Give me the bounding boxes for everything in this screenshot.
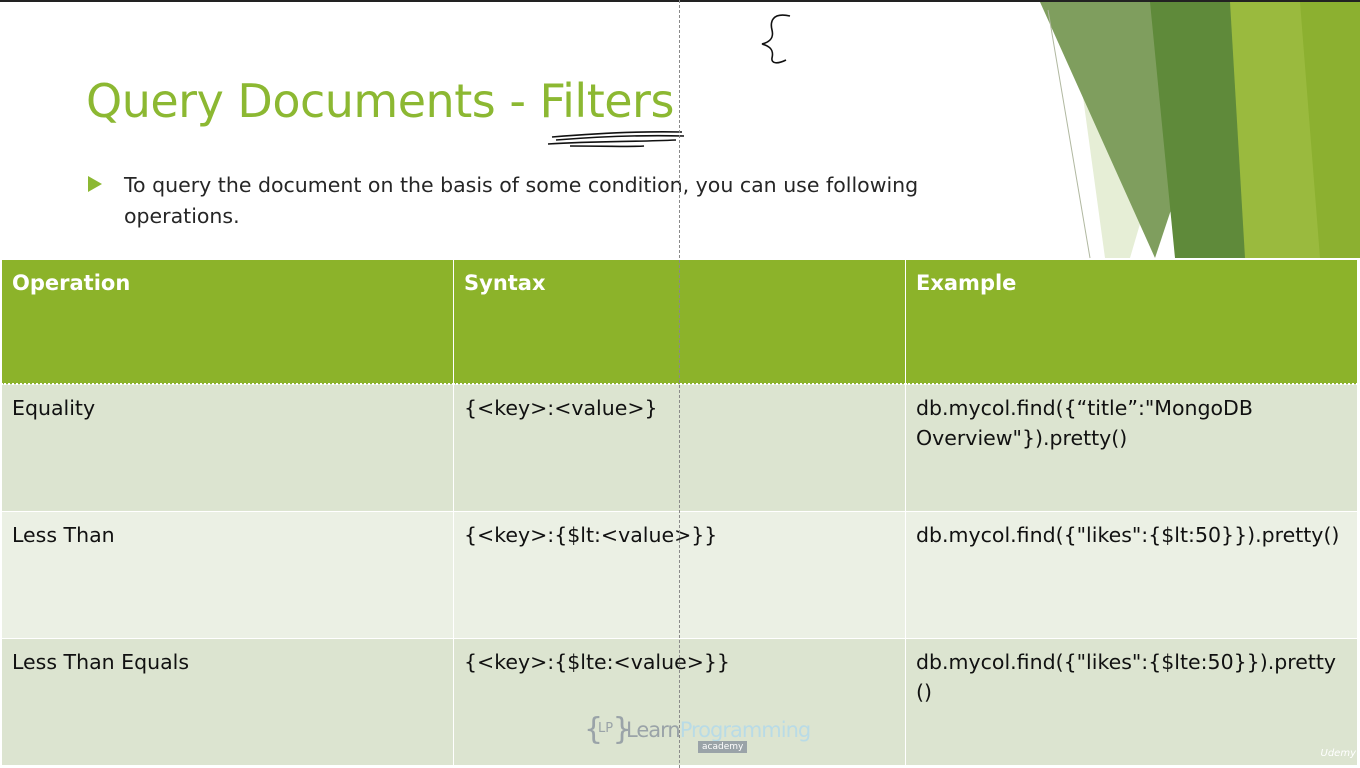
curly-brace-icon — [761, 14, 791, 64]
triangle-right-icon — [88, 176, 102, 192]
underline-scribble — [547, 130, 685, 148]
learnprogramming-watermark: { } LP LearnProgramming academy — [584, 712, 811, 756]
cell-operation: Less Than Equals — [1, 638, 454, 766]
cell-example: db.mycol.find({"likes":{$lte:50}}).prett… — [905, 638, 1358, 766]
slide: Query Documents - Filters To query the d… — [0, 0, 1360, 768]
cell-example: db.mycol.find({“title”:"MongoDB Overview… — [905, 383, 1358, 512]
cell-operation: Equality — [1, 383, 454, 512]
cell-example: db.mycol.find({"likes":{$lt:50}}).pretty… — [905, 511, 1358, 639]
watermark-learn: Learn — [626, 718, 681, 742]
watermark-programming: Programming — [679, 718, 812, 742]
bullet-text: To query the document on the basis of so… — [124, 173, 919, 228]
watermark-wordmark: LearnProgramming — [626, 718, 812, 742]
watermark-academy: academy — [698, 741, 748, 753]
slide-title: Query Documents - Filters — [86, 74, 674, 128]
watermark-initials: LP — [598, 721, 614, 736]
cell-operation: Less Than — [1, 511, 454, 639]
header-example: Example — [905, 259, 1358, 385]
dashed-guide-line — [679, 0, 680, 768]
udemy-watermark: Udemy — [1320, 748, 1356, 759]
header-operation: Operation — [1, 259, 454, 385]
